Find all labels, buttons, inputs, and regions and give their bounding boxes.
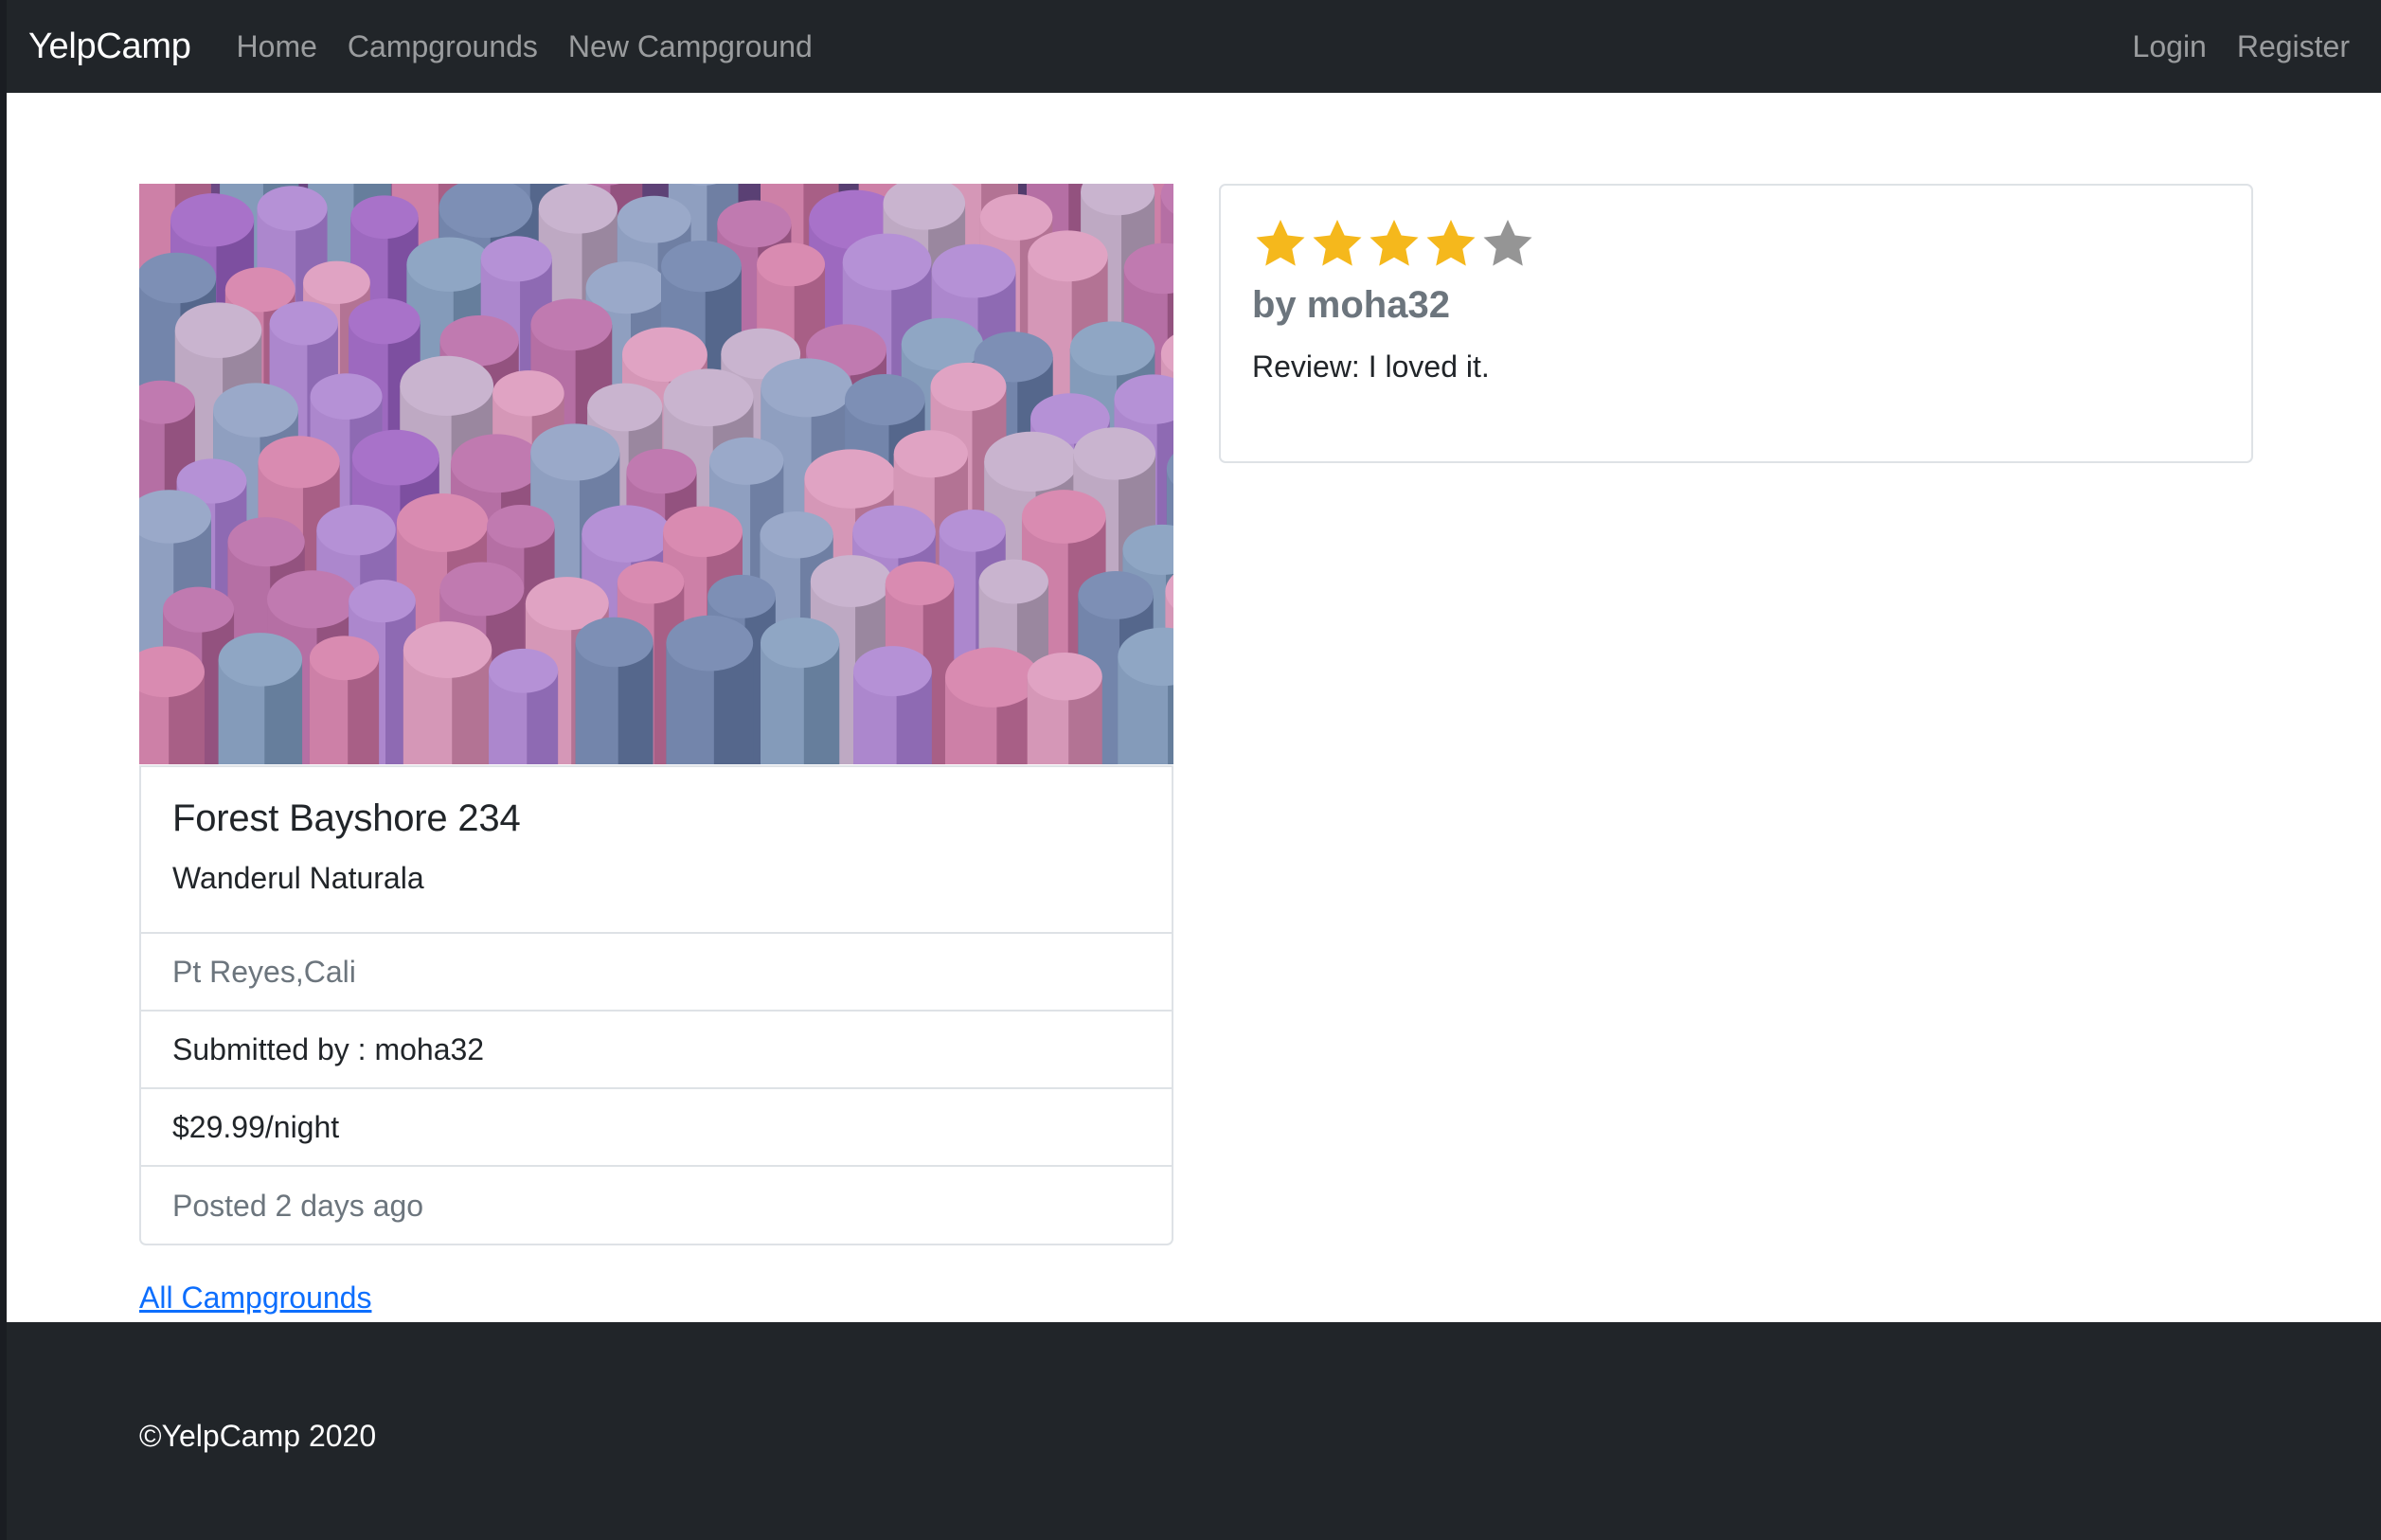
brand-link[interactable]: YelpCamp bbox=[28, 27, 191, 67]
nav-link-register[interactable]: Register bbox=[2237, 29, 2350, 64]
nav-link-login[interactable]: Login bbox=[2133, 29, 2207, 64]
nav-auth-links: Login Register bbox=[2103, 29, 2381, 64]
footer: ©YelpCamp 2020 bbox=[7, 1322, 2381, 1540]
campground-description: Wanderul Naturala bbox=[172, 861, 424, 895]
navbar: YelpCamp Home Campgrounds New Campground… bbox=[7, 0, 2381, 93]
star-filled-icon bbox=[1313, 220, 1362, 266]
review-author: by moha32 bbox=[1252, 284, 1450, 326]
campground-price: $29.99/night bbox=[141, 1089, 1172, 1167]
nav-link-home[interactable]: Home bbox=[237, 29, 317, 64]
star-rating bbox=[1252, 216, 2220, 275]
campground-submitted-by: Submitted by : moha32 bbox=[141, 1012, 1172, 1089]
campground-image bbox=[139, 184, 1173, 764]
star-filled-icon bbox=[1426, 220, 1476, 266]
campground-posted: Posted 2 days ago bbox=[172, 1188, 424, 1223]
star-filled-icon bbox=[1370, 220, 1419, 266]
nav-link-new-campground[interactable]: New Campground bbox=[568, 29, 813, 64]
nav-link-campgrounds[interactable]: Campgrounds bbox=[348, 29, 538, 64]
all-campgrounds-link[interactable]: All Campgrounds bbox=[139, 1280, 371, 1316]
copyright-text: ©YelpCamp 2020 bbox=[139, 1419, 377, 1453]
star-filled-icon bbox=[1256, 220, 1305, 266]
window-edge bbox=[0, 0, 7, 1540]
card-body: Forest Bayshore 234 Wanderul Naturala bbox=[141, 767, 1172, 934]
campground-location: Pt Reyes,Cali bbox=[141, 934, 1172, 1012]
review-text: Review: I loved it. bbox=[1252, 349, 1490, 384]
review-card: by moha32 Review: I loved it. bbox=[1219, 184, 2253, 463]
campground-title: Forest Bayshore 234 bbox=[172, 797, 521, 839]
star-empty-icon bbox=[1483, 220, 1532, 266]
campground-card: Forest Bayshore 234 Wanderul Naturala Pt… bbox=[139, 765, 1173, 1245]
